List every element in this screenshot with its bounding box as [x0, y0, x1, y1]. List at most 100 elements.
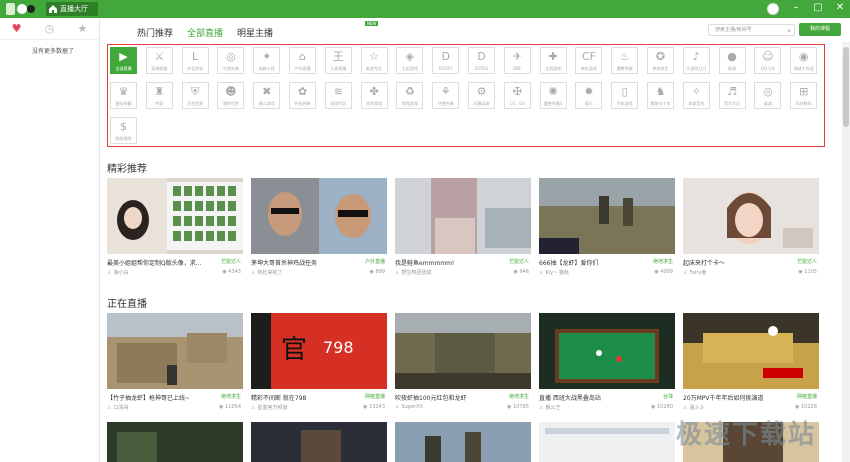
stream-thumbnail[interactable]: [395, 178, 531, 254]
category-34[interactable]: ▯ 手机游戏: [611, 82, 639, 109]
stream-thumbnail[interactable]: [395, 313, 531, 389]
featured-card[interactable]: 最美小姐姐帮你定制Q版头像，求... 艺能达人 ♙ 海小白 ◉ 4343: [107, 178, 243, 279]
category-35[interactable]: ♞ 跑跑卡丁车: [647, 82, 674, 109]
stream-author[interactable]: ♙ 温斗斗: [683, 404, 705, 411]
stream-author[interactable]: ♙ SuperXX: [395, 404, 423, 410]
category-17[interactable]: ● 新游: [718, 47, 746, 74]
stream-title[interactable]: 【竹子抽龙虾】枪神哥已上线~: [107, 393, 203, 402]
stream-author[interactable]: ♙ 海小白: [107, 269, 129, 276]
stream-category[interactable]: 艺能达人: [221, 258, 241, 265]
featured-card[interactable]: 茅坤大哥首杀神鸡战任务 户外直播 ♙ 阿杜来啦了 ◉ 899: [251, 178, 387, 279]
stream-thumbnail[interactable]: [683, 313, 819, 389]
stream-thumbnail[interactable]: [251, 178, 387, 254]
category-6[interactable]: 王王者荣耀: [324, 47, 352, 74]
stream-author[interactable]: ♙ Kly~ 猫哒: [539, 269, 569, 276]
category-7[interactable]: ☆ 新游专区: [360, 47, 388, 74]
stream-category[interactable]: 绝地求生: [509, 393, 529, 400]
category-29[interactable]: ⚘ 守望先锋: [432, 82, 460, 109]
category-25[interactable]: ✿ 怀旧经典: [289, 82, 316, 109]
stream-author[interactable]: ♙ 野生鸭团团成: [395, 269, 432, 276]
search-input[interactable]: 搜索主播/房间号 ⌕: [708, 24, 795, 36]
my-live-button[interactable]: 我的课程: [799, 23, 841, 36]
category-10[interactable]: D DOTA2: [468, 47, 495, 74]
category-18[interactable]: ☺ QQ飞车: [754, 47, 782, 74]
category-23[interactable]: ☻ 我的世界: [217, 82, 245, 109]
stream-title[interactable]: 精彩不间断 就在798: [251, 393, 347, 402]
stream-thumbnail[interactable]: 官 798: [251, 313, 387, 389]
stream-category[interactable]: 网络直播: [797, 393, 817, 400]
category-2[interactable]: L 炉石传说: [181, 47, 209, 74]
category-24[interactable]: ✖ 格斗游戏: [253, 82, 281, 109]
stream-author[interactable]: ♙ 阿杜来啦了: [251, 269, 283, 276]
featured-card[interactable]: 起床来打个卡～ 艺能达人 ♙ Fairy姜 ◉ 1105: [683, 178, 819, 279]
tab-all-live[interactable]: 全部直播: [187, 26, 223, 39]
live-card[interactable]: 20万MPV千年年后如何挑演道 网络直播 ♙ 温斗斗 ◉ 10226: [683, 313, 819, 414]
clock-icon[interactable]: ◷: [45, 22, 55, 35]
stream-category[interactable]: 台球: [663, 393, 673, 400]
category-5[interactable]: ⌂ 户外直播: [289, 47, 316, 74]
stream-title[interactable]: 直播 西班大战黑叠岛站: [539, 393, 635, 402]
stream-author[interactable]: ♙ 星客官方频道: [251, 404, 288, 411]
category-21[interactable]: ♜ 传奇: [145, 82, 173, 109]
category-8[interactable]: ◈ 主机游戏: [396, 47, 424, 74]
stream-title[interactable]: 666抽【龙虾】爱你们: [539, 258, 635, 267]
menu-icon[interactable]: ≡: [768, 2, 780, 14]
category-16[interactable]: ♪ 天涯明月刀: [682, 47, 710, 74]
category-40[interactable]: $ 财经理财: [110, 117, 137, 144]
category-13[interactable]: CF 单机游戏: [575, 47, 603, 74]
tab-star-hosts[interactable]: 明星主播: [237, 26, 273, 39]
stream-title[interactable]: 茅坤大哥首杀神鸡战任务: [251, 258, 347, 267]
stream-thumbnail[interactable]: [395, 422, 531, 462]
category-0[interactable]: ▶ 全部直播: [110, 47, 137, 74]
stream-title[interactable]: 吹夜虾抽100元红包和龙虾: [395, 393, 491, 402]
stream-category[interactable]: 网络直播: [365, 393, 385, 400]
stream-thumbnail[interactable]: [251, 422, 387, 462]
stream-title[interactable]: 最美小姐姐帮你定制Q版头像，求...: [107, 258, 203, 267]
stream-title[interactable]: 我是鲑鱼emmmmm!: [395, 258, 491, 267]
scrollbar-thumb[interactable]: [843, 47, 849, 127]
close-icon[interactable]: ✕: [834, 2, 846, 14]
category-27[interactable]: ✤ 战争游戏: [360, 82, 388, 109]
stream-title[interactable]: 起床来打个卡～: [683, 258, 779, 267]
category-20[interactable]: ♛ 星际争霸: [110, 82, 137, 109]
category-14[interactable]: ♨ 魔兽争霸: [611, 47, 639, 74]
home-tab[interactable]: 直播大厅: [46, 2, 98, 16]
star-icon[interactable]: ★: [77, 22, 87, 35]
stream-thumbnail[interactable]: [107, 178, 243, 254]
stream-category[interactable]: 绝地求生: [221, 393, 241, 400]
category-33[interactable]: ✹ 娱乐: [575, 82, 603, 109]
featured-card[interactable]: 666抽【龙虾】爱你们 绝地求生 ♙ Kly~ 猫哒 ◉ 4099: [539, 178, 675, 279]
stream-title[interactable]: 20万MPV千年年后如何挑演道: [683, 393, 779, 402]
maximize-icon[interactable]: ▢: [812, 2, 824, 14]
category-19[interactable]: ◉ 球球大作战: [790, 47, 818, 74]
stream-thumbnail[interactable]: [539, 313, 675, 389]
category-15[interactable]: ✪ 绝地求生: [647, 47, 674, 74]
stream-author[interactable]: ♙ 口渴哥: [107, 404, 129, 411]
live-card[interactable]: 直播 西班大战黑叠岛站 台球 ♙ 俄公王 ◉ 10280: [539, 313, 675, 414]
stream-category[interactable]: 绝地求生: [653, 258, 673, 265]
stream-thumbnail[interactable]: [107, 313, 243, 389]
stream-thumbnail[interactable]: [683, 178, 819, 254]
live-card[interactable]: 【竹子抽龙虾】枪神哥已上线~ 绝地求生 ♙ 口渴哥 ◉ 11054: [107, 313, 243, 414]
tab-hot[interactable]: 热门推荐: [137, 26, 173, 39]
stream-thumbnail[interactable]: [539, 178, 675, 254]
category-30[interactable]: ⚙ 风暴英雄: [468, 82, 495, 109]
category-32[interactable]: ✺ 魔兽争霸3: [539, 82, 567, 109]
category-3[interactable]: ◎ 守望先锋: [217, 47, 245, 74]
stream-author[interactable]: ♙ 俄公王: [539, 404, 561, 411]
live-card[interactable]: 吹夜虾抽100元红包和龙虾 绝地求生 ♙ SuperXX ◉ 10795: [395, 313, 531, 414]
scrollbar[interactable]: [842, 42, 850, 462]
category-31[interactable]: ✠ CS：GO: [503, 82, 531, 109]
category-9[interactable]: D DOTA1: [432, 47, 460, 74]
category-38[interactable]: ◎ 桌游: [754, 82, 782, 109]
category-12[interactable]: ✚ 主机游戏: [539, 47, 567, 74]
category-39[interactable]: ⊞ 科技数码: [790, 82, 818, 109]
featured-card[interactable]: 我是鲑鱼emmmmm! 艺能达人 ♙ 野生鸭团团成 ◉ 946: [395, 178, 531, 279]
search-icon[interactable]: ⌕: [787, 26, 791, 36]
stream-author[interactable]: ♙ Fairy姜: [683, 269, 706, 276]
live-card[interactable]: 官 798 精彩不间断 就在798 网络直播 ♙ 星客官方频道 ◉ 13243: [251, 313, 387, 414]
category-37[interactable]: ♬ 音乐专区: [718, 82, 746, 109]
minimize-icon[interactable]: –: [790, 2, 802, 14]
stream-thumbnail[interactable]: [107, 422, 243, 462]
stream-category[interactable]: 户外直播: [365, 258, 385, 265]
